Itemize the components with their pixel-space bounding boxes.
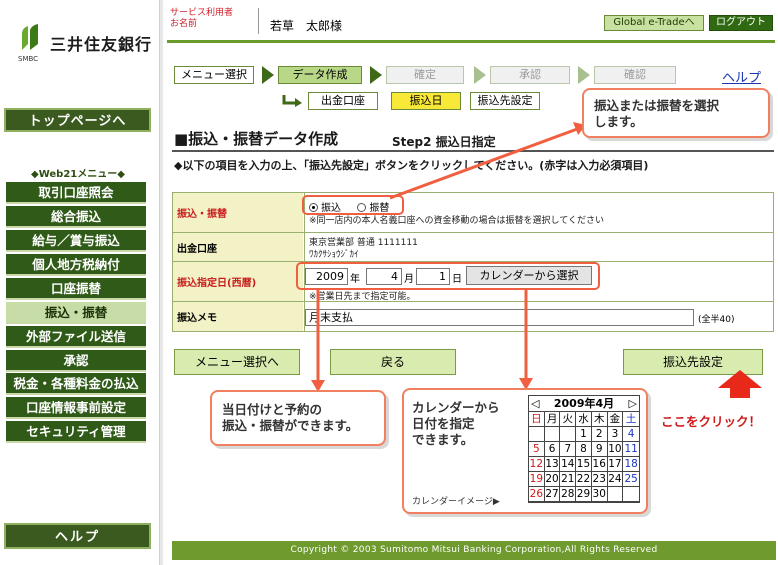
calendar-day[interactable]: 5	[529, 442, 545, 457]
footer-copyright: Copyright © 2003 Sumitomo Mitsui Banking…	[172, 541, 776, 560]
calendar-day[interactable]: 30	[591, 487, 608, 502]
calendar-weekday: 月	[544, 412, 561, 427]
calendar-day[interactable]: 7	[560, 442, 577, 457]
calendar-image-label: カレンダーイメージ▶	[412, 497, 500, 507]
calendar-day[interactable]: 25	[623, 472, 639, 487]
radio-highlight	[302, 195, 404, 215]
calendar-day[interactable]: 26	[529, 487, 545, 502]
calendar-day[interactable]: 22	[576, 472, 592, 487]
calendar-day[interactable]: 9	[591, 442, 608, 457]
calendar-day[interactable]: 11	[623, 442, 639, 457]
select-callout-text: 振込または振替を選択 します。	[594, 98, 720, 129]
calendar-day[interactable]: 23	[591, 472, 608, 487]
calendar-title: 2009年4月	[553, 397, 615, 410]
calendar-weekday: 火	[560, 412, 577, 427]
calendar-day[interactable]: 29	[576, 487, 592, 502]
calendar-day	[529, 427, 545, 442]
select-callout: 振込または振替を選択 します。	[582, 88, 770, 138]
calendar-next-icon[interactable]: ▷	[629, 396, 637, 411]
calendar-day[interactable]: 27	[544, 487, 561, 502]
calendar-day[interactable]: 2	[591, 427, 608, 442]
click-arrow-icon	[718, 370, 762, 398]
calendar-widget: ◁ 2009年4月 ▷ 日月火水木金土 1 2 3 4 5 6 7 8 9 10 11 12 13 14 15…	[528, 395, 640, 503]
calendar-weekday: 金	[607, 412, 624, 427]
calendar-day[interactable]: 3	[607, 427, 624, 442]
calendar-day[interactable]: 19	[529, 472, 545, 487]
annotation-arrows	[296, 122, 762, 398]
calendar-day[interactable]: 1	[576, 427, 592, 442]
date-callout: 当日付けと予約の 振込・振替ができます。	[210, 390, 386, 446]
calendar-day	[607, 487, 624, 502]
calendar-day[interactable]: 8	[576, 442, 592, 457]
calendar-day	[560, 427, 577, 442]
calendar-prev-icon[interactable]: ◁	[531, 396, 539, 411]
calendar-day[interactable]: 17	[607, 457, 624, 472]
calendar-day	[623, 487, 639, 502]
calendar-day[interactable]: 24	[607, 472, 624, 487]
calendar-day[interactable]: 4	[623, 427, 639, 442]
select-arrow-line	[389, 126, 581, 200]
date-callout-text: 当日付けと予約の 振込・振替ができます。	[222, 402, 359, 433]
calendar-day	[544, 427, 561, 442]
calendar-day[interactable]: 13	[544, 457, 561, 472]
calendar-weekday: 日	[529, 412, 545, 427]
calendar-day[interactable]: 10	[607, 442, 624, 457]
calendar-day[interactable]: 18	[623, 457, 639, 472]
calendar-callout-text: カレンダーから 日付を指定 できます。	[412, 400, 500, 447]
date-highlight	[296, 262, 600, 290]
calendar-weekday: 土	[623, 412, 639, 427]
calendar-header: ◁ 2009年4月 ▷	[529, 396, 639, 412]
calendar-day[interactable]: 20	[544, 472, 561, 487]
calendar-day[interactable]: 21	[560, 472, 577, 487]
calendar-day[interactable]: 28	[560, 487, 577, 502]
calendar-weekday: 木	[591, 412, 608, 427]
calendar-day[interactable]: 6	[544, 442, 561, 457]
click-here-text: ここをクリック！	[661, 414, 762, 429]
calendar-day[interactable]: 16	[591, 457, 608, 472]
calendar-day[interactable]: 12	[529, 457, 545, 472]
calendar-day[interactable]: 15	[576, 457, 592, 472]
calendar-grid: 日月火水木金土 1 2 3 4 5 6 7 8 9 10 11 12 13 14 15 16 17 18 19 20 21…	[529, 412, 639, 502]
calendar-weekday: 水	[576, 412, 592, 427]
calendar-day[interactable]: 14	[560, 457, 577, 472]
